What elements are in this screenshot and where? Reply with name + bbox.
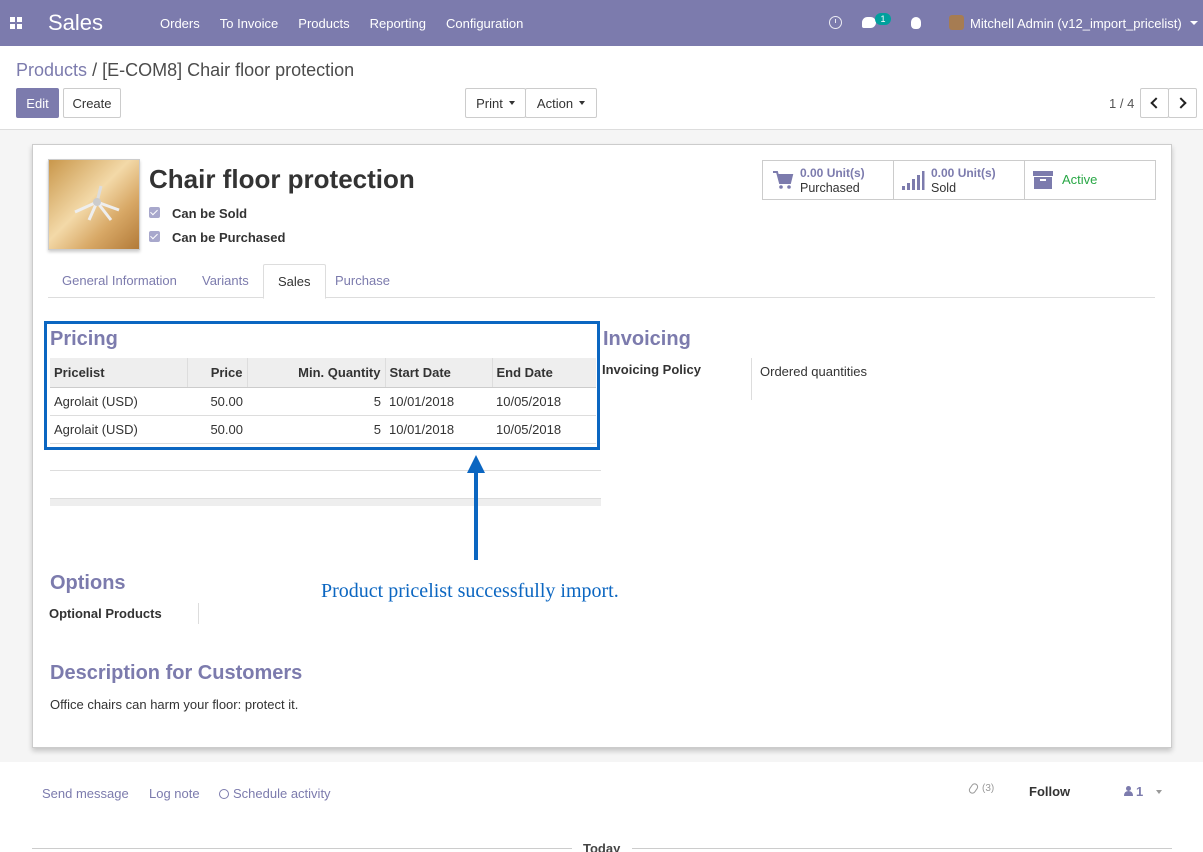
apps-menu-icon[interactable] xyxy=(10,17,22,29)
user-avatar[interactable] xyxy=(949,15,964,30)
description-text: Office chairs can harm your floor: prote… xyxy=(50,697,299,712)
menu-orders[interactable]: Orders xyxy=(160,16,200,31)
invoicing-policy-value: Ordered quantities xyxy=(760,364,867,379)
menu-to-invoice[interactable]: To Invoice xyxy=(220,16,279,31)
edit-button[interactable]: Edit xyxy=(16,88,59,118)
chatter xyxy=(0,762,1203,852)
field-divider xyxy=(751,358,752,400)
menu-configuration[interactable]: Configuration xyxy=(446,16,523,31)
messages-icon[interactable] xyxy=(862,17,876,28)
sold-stat-button[interactable]: 0.00 Unit(s) Sold xyxy=(893,160,1025,200)
chevron-right-icon xyxy=(1175,97,1187,109)
attachment-count[interactable]: (3) xyxy=(982,783,994,794)
tab-purchase[interactable]: Purchase xyxy=(321,264,404,298)
product-name: Chair floor protection xyxy=(149,164,415,194)
caret-down-icon[interactable] xyxy=(1156,790,1162,794)
tab-sales[interactable]: Sales xyxy=(263,264,326,299)
purchased-value: 0.00 Unit(s) xyxy=(800,166,865,180)
action-label: Action xyxy=(536,95,574,111)
caret-down-icon xyxy=(508,101,515,105)
can-be-purchased-checkbox[interactable] xyxy=(149,231,160,242)
pager-previous-button[interactable] xyxy=(1140,88,1169,118)
signal-bars-icon xyxy=(902,171,925,190)
app-brand[interactable]: Sales xyxy=(48,10,103,36)
product-image[interactable] xyxy=(48,159,140,250)
can-be-sold-checkbox[interactable] xyxy=(149,207,160,218)
action-dropdown[interactable]: Action xyxy=(525,88,597,118)
breadcrumb-separator: / xyxy=(92,60,98,80)
log-note-button[interactable]: Log note xyxy=(149,786,200,801)
breadcrumb: Products / [E-COM8] Chair floor protecti… xyxy=(16,60,354,81)
caret-down-icon xyxy=(579,101,586,105)
clock-icon xyxy=(219,789,229,799)
table-footer-bar xyxy=(50,498,601,506)
breadcrumb-products[interactable]: Products xyxy=(16,60,87,80)
schedule-activity-label: Schedule activity xyxy=(233,786,331,801)
table-divider xyxy=(50,470,601,471)
follower-count[interactable]: 1 xyxy=(1136,784,1143,799)
menu-products[interactable]: Products xyxy=(298,16,349,31)
main-menu: Orders To Invoice Products Reporting Con… xyxy=(150,16,533,31)
divider-line xyxy=(32,848,572,849)
create-button[interactable]: Create xyxy=(63,88,121,118)
invoicing-title: Invoicing xyxy=(603,328,691,350)
optional-products-label: Optional Products xyxy=(49,606,162,621)
chair-base-graphic xyxy=(74,185,120,221)
divider-line xyxy=(632,848,1172,849)
user-caret-icon[interactable] xyxy=(1190,21,1198,25)
annotation-text: Product pricelist successfully import. xyxy=(321,580,619,602)
menu-reporting[interactable]: Reporting xyxy=(370,16,426,31)
schedule-activity-button[interactable]: Schedule activity xyxy=(219,786,331,801)
today-separator: Today xyxy=(583,841,621,852)
top-navbar: Sales Orders To Invoice Products Reporti… xyxy=(0,0,1203,46)
active-label: Active xyxy=(1062,172,1098,187)
send-message-button[interactable]: Send message xyxy=(42,786,129,801)
breadcrumb-current: [E-COM8] Chair floor protection xyxy=(102,60,355,80)
can-be-sold-label: Can be Sold xyxy=(172,206,248,221)
active-toggle-button[interactable]: Active xyxy=(1024,160,1156,200)
user-menu[interactable]: Mitchell Admin (v12_import_pricelist) xyxy=(970,16,1182,31)
purchased-label: Purchased xyxy=(800,181,860,195)
activities-clock-icon[interactable] xyxy=(829,16,842,29)
form-tabs: General Information Variants Sales Purch… xyxy=(48,264,1155,299)
print-label: Print xyxy=(476,95,503,111)
print-dropdown[interactable]: Print xyxy=(465,88,526,118)
highlight-box xyxy=(44,321,600,450)
archive-box-icon xyxy=(1033,171,1053,189)
field-divider xyxy=(198,603,199,624)
invoicing-policy-label: Invoicing Policy xyxy=(602,362,701,377)
debug-bug-icon[interactable] xyxy=(911,17,921,29)
description-title: Description for Customers xyxy=(50,662,303,684)
sold-value: 0.00 Unit(s) xyxy=(931,166,996,180)
annotation-arrow-shaft xyxy=(474,470,478,560)
messages-badge: 1 xyxy=(875,13,891,25)
chevron-left-icon xyxy=(1150,97,1162,109)
can-be-purchased-label: Can be Purchased xyxy=(172,230,286,245)
shopping-cart-icon xyxy=(773,171,794,189)
sold-label: Sold xyxy=(931,181,957,195)
tab-variants[interactable]: Variants xyxy=(188,264,263,298)
user-icon[interactable] xyxy=(1124,786,1133,796)
follow-button[interactable]: Follow xyxy=(1029,784,1070,799)
tab-general-information[interactable]: General Information xyxy=(48,264,191,298)
pager-value[interactable]: 1 / 4 xyxy=(1109,96,1134,111)
pager-next-button[interactable] xyxy=(1168,88,1197,118)
options-title: Options xyxy=(50,572,126,594)
purchased-stat-button[interactable]: 0.00 Unit(s) Purchased xyxy=(762,160,894,200)
